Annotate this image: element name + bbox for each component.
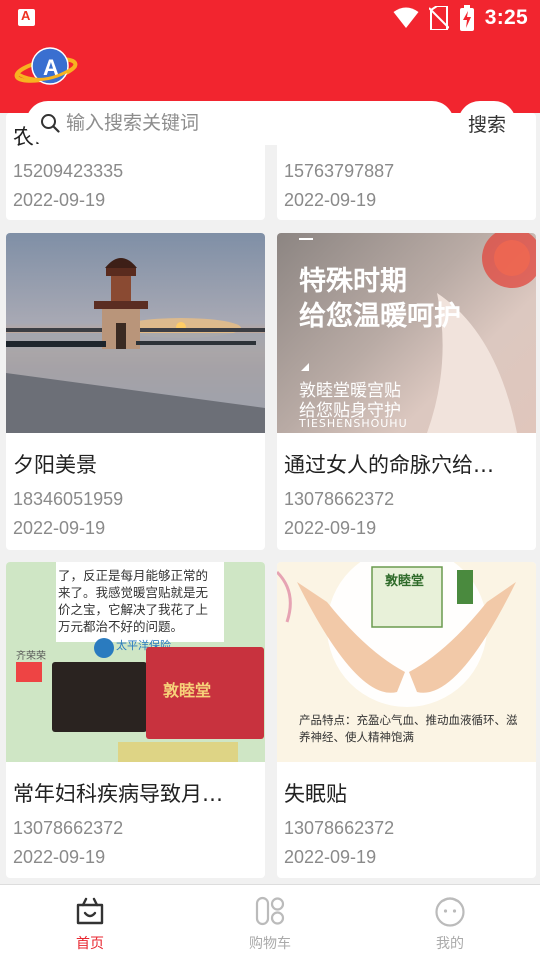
search-button[interactable]: 搜索 <box>458 101 516 145</box>
card-date: 2022-09-19 <box>284 518 377 538</box>
cart-icon <box>255 896 285 926</box>
card-phone: 13078662372 <box>284 489 395 509</box>
product-card[interactable]: 特殊时期 给您温暖呵护 敦睦堂暖宫贴 给您贴身守护 TIESHENSHOUHU … <box>277 233 536 550</box>
search-icon <box>41 114 60 133</box>
nav-profile[interactable]: 我的 <box>360 885 540 960</box>
chat-sender-name: 齐荣荣 <box>16 651 46 662</box>
card-date: 2022-09-19 <box>284 190 377 210</box>
card-title: 常年妇科疾病导致月… <box>13 782 223 806</box>
product-box-brand: 敦睦堂 <box>163 681 212 700</box>
hands-product-image: 敦睦堂 产品特点：充盈心气血、推动血液循环、滋养神经、使人精神饱满 <box>277 562 536 762</box>
product-features-text: 产品特点：充盈心气血、推动血液循环、滋养神经、使人精神饱满 <box>299 713 518 744</box>
ad-headline-2: 给您温暖呵护 <box>299 301 461 332</box>
nav-profile-label: 我的 <box>436 936 464 952</box>
ad-subline-3: TIESHENSHOUHU <box>299 417 408 430</box>
status-bar: 3:25 <box>0 0 540 36</box>
chat-screenshot-image: 了，反正是每月能够正常的 来了。我感觉暖宫贴就是无 价之宝，它解决了我花了上 万… <box>6 562 265 762</box>
profile-icon <box>435 897 465 927</box>
battery-charging-icon <box>459 5 474 31</box>
nav-cart[interactable]: 购物车 <box>180 885 360 960</box>
card-phone: 13078662372 <box>13 818 124 838</box>
no-sim-icon <box>428 6 449 30</box>
wifi-icon <box>393 7 419 28</box>
card-title: 失眠贴 <box>284 782 347 806</box>
ad-headline-1: 特殊时期 <box>299 266 407 297</box>
card-phone: 13078662372 <box>284 818 395 838</box>
search-input[interactable] <box>66 109 446 137</box>
app-logo[interactable]: A <box>14 44 78 92</box>
search-box[interactable] <box>26 101 454 145</box>
card-phone: 15209423335 <box>13 161 124 181</box>
sunset-pavilion-image <box>6 233 265 433</box>
card-date: 2022-09-19 <box>13 847 106 867</box>
home-bag-icon <box>76 897 104 925</box>
search-bar: 搜索 <box>26 101 516 145</box>
status-icons: 3:25 <box>393 4 528 32</box>
bottom-nav: 首页 购物车 我的 <box>0 884 540 960</box>
warm-patch-ad-image: 特殊时期 给您温暖呵护 敦睦堂暖宫贴 给您贴身守护 TIESHENSHOUHU <box>277 233 536 433</box>
card-date: 2022-09-19 <box>13 190 106 210</box>
card-title: 夕阳美景 <box>13 453 97 477</box>
card-phone: 15763797887 <box>284 161 395 181</box>
card-date: 2022-09-19 <box>284 847 377 867</box>
product-brand-label: 敦睦堂 <box>385 574 425 589</box>
card-title: 通过女人的命脉穴给… <box>284 453 494 477</box>
nav-home[interactable]: 首页 <box>0 885 180 960</box>
product-card[interactable]: 敦睦堂 产品特点：充盈心气血、推动血液循环、滋养神经、使人精神饱满 失眠贴 13… <box>277 562 536 878</box>
app-notification-icon <box>18 8 35 26</box>
chat-text-3: 万元都治不好的问题。 <box>58 619 184 634</box>
product-card[interactable]: 夕阳美景 18346051959 2022-09-19 <box>6 233 265 550</box>
product-card[interactable]: 了，反正是每月能够正常的 来了。我感觉暖宫贴就是无 价之宝，它解决了我花了上 万… <box>6 562 265 878</box>
nav-cart-label: 购物车 <box>249 936 291 952</box>
nav-home-label: 首页 <box>76 936 104 952</box>
card-date: 2022-09-19 <box>13 518 106 538</box>
status-time: 3:25 <box>484 6 528 29</box>
card-phone: 18346051959 <box>13 489 124 509</box>
